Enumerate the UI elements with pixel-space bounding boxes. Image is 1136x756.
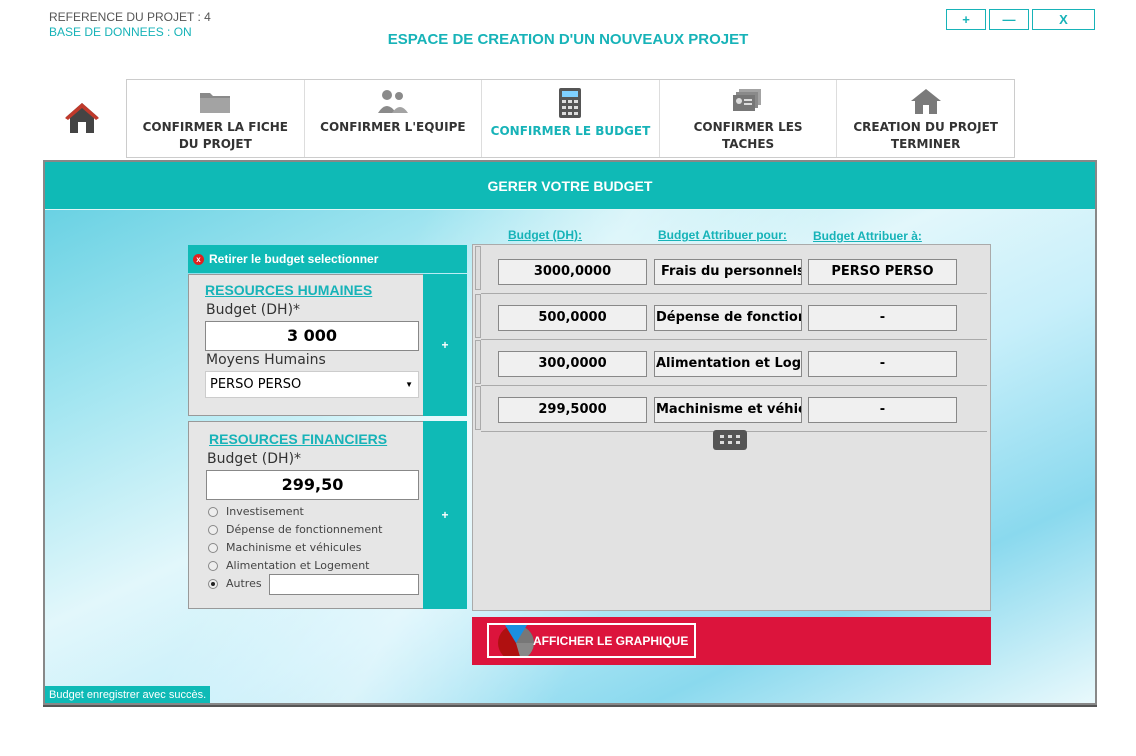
radio-dot [208, 524, 218, 535]
tasks-icon [733, 89, 762, 111]
house-icon [910, 89, 941, 114]
radio-label: Investisement [226, 505, 304, 518]
row-budget: 500,0000 [498, 305, 647, 331]
home-icon[interactable] [63, 100, 101, 136]
tab-finish[interactable]: CREATION DU PROJET TERMINER [837, 80, 1014, 157]
radio-autres[interactable]: Autres [208, 577, 262, 590]
chevron-down-icon: ▼ [405, 380, 413, 389]
radio-machinisme[interactable]: Machinisme et véhicules [208, 541, 362, 554]
more-icon[interactable] [713, 430, 747, 450]
tab-label: CONFIRMER LA FICHE DU PROJET [142, 120, 288, 151]
human-means-select[interactable]: PERSO PERSO ▼ [205, 371, 419, 398]
row-handle[interactable] [475, 294, 481, 338]
row-divider [481, 339, 987, 340]
tab-label: CONFIRMER L'EQUIPE [320, 120, 466, 134]
bottom-border [43, 705, 1097, 707]
row-for: Alimentation et Logement [654, 351, 802, 377]
radio-dot [208, 578, 218, 589]
tab-label: CONFIRMER LES TACHES [693, 120, 803, 151]
row-to: PERSO PERSO [808, 259, 957, 285]
human-means-value: PERSO PERSO [210, 377, 302, 392]
status-message: Budget enregistrer avec succès. [45, 686, 211, 703]
tab-tasks[interactable]: CONFIRMER LES TACHES [660, 80, 838, 157]
financial-budget-input[interactable]: 299,50 [206, 470, 419, 500]
row-to: - [808, 397, 957, 423]
column-header-to: Budget Attribuer à: [813, 229, 922, 243]
remove-label: Retirer le budget selectionner [209, 252, 379, 266]
row-handle[interactable] [475, 386, 481, 430]
row-handle[interactable] [475, 340, 481, 384]
add-window-button[interactable]: + [946, 9, 986, 30]
human-budget-input[interactable]: 3 000 [205, 321, 419, 351]
financial-resources-title: RESOURCES FINANCIERS [209, 431, 388, 447]
column-header-budget: Budget (DH): [508, 228, 582, 242]
add-financial-budget-button[interactable]: + [423, 421, 467, 609]
radio-label: Alimentation et Logement [226, 559, 370, 572]
radio-investissement[interactable]: Investisement [208, 505, 304, 518]
panel-header: GERER VOTRE BUDGET [45, 162, 1095, 210]
wizard-nav: CONFIRMER LA FICHE DU PROJET CONFIRMER L… [126, 79, 1015, 158]
row-to: - [808, 305, 957, 331]
row-for: Dépense de fonctionnement [654, 305, 802, 331]
radio-dot [208, 542, 218, 553]
close-button[interactable]: X [1032, 9, 1095, 30]
financial-budget-label: Budget (DH)* [207, 451, 302, 467]
column-header-for: Budget Attribuer pour: [658, 228, 787, 242]
radio-depense[interactable]: Dépense de fonctionnement [208, 523, 382, 536]
tab-label: CONFIRMER LE BUDGET [490, 124, 651, 138]
row-divider [481, 385, 987, 386]
page-title: ESPACE DE CREATION D'UN NOUVEAUX PROJET [387, 31, 749, 48]
row-budget: 3000,0000 [498, 259, 647, 285]
remove-icon: x [193, 253, 204, 265]
row-for: Frais du personnels [654, 259, 802, 285]
remove-budget-button[interactable]: x Retirer le budget selectionner [188, 245, 467, 273]
row-budget: 300,0000 [498, 351, 647, 377]
row-divider [481, 293, 987, 294]
tab-label: CREATION DU PROJET TERMINER [853, 120, 998, 151]
tab-project-sheet[interactable]: CONFIRMER LA FICHE DU PROJET [127, 80, 305, 157]
other-input[interactable] [269, 574, 419, 595]
row-for: Machinisme et véhicules [654, 397, 802, 423]
human-budget-label: Budget (DH)* [206, 302, 301, 318]
radio-dot [208, 560, 218, 571]
row-budget: 299,5000 [498, 397, 647, 423]
budget-frame: GERER VOTRE BUDGET x Retirer le budget s… [43, 160, 1097, 705]
row-to: - [808, 351, 957, 377]
radio-label: Autres [226, 577, 262, 590]
tab-team[interactable]: CONFIRMER L'EQUIPE [305, 80, 483, 157]
show-chart-button[interactable]: AFFICHER LE GRAPHIQUE [487, 623, 696, 658]
project-reference: REFERENCE DU PROJET : 4 [49, 10, 211, 24]
team-icon [377, 90, 408, 113]
radio-alimentation[interactable]: Alimentation et Logement [208, 559, 369, 572]
minimize-button[interactable]: — [989, 9, 1029, 30]
row-handle[interactable] [475, 246, 481, 290]
show-chart-label: AFFICHER LE GRAPHIQUE [533, 633, 689, 648]
radio-label: Dépense de fonctionnement [226, 523, 383, 536]
human-resources-title: RESOURCES HUMAINES [205, 282, 373, 298]
radio-dot [208, 506, 218, 517]
radio-label: Machinisme et véhicules [226, 541, 362, 554]
folder-icon [200, 93, 231, 113]
add-human-budget-button[interactable]: + [423, 274, 467, 416]
human-means-label: Moyens Humains [206, 352, 326, 368]
budget-table [472, 244, 991, 611]
tab-budget[interactable]: CONFIRMER LE BUDGET [482, 80, 660, 157]
calculator-icon [559, 88, 582, 118]
